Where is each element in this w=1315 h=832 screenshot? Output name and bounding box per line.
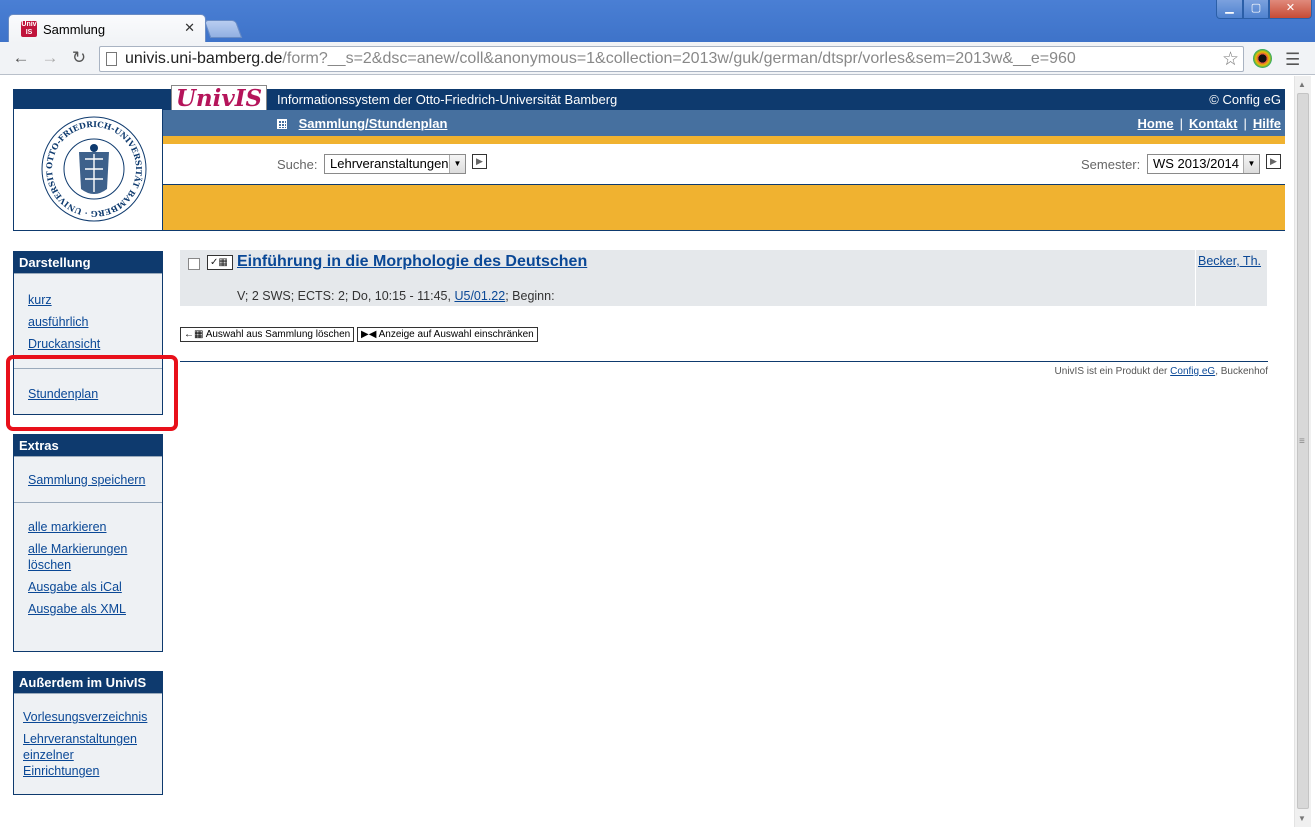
- ausfuehrlich-link[interactable]: ausführlich: [28, 314, 148, 330]
- search-type-value: Lehrveranstaltungen: [330, 156, 449, 171]
- config-eg-link[interactable]: Config eG: [1170, 366, 1215, 377]
- chevron-down-icon: ▼: [1243, 155, 1259, 173]
- restrict-selection-button[interactable]: ▶◀ Anzeige auf Auswahl einschränken: [357, 327, 538, 342]
- search-type-select[interactable]: Lehrveranstaltungen ▼: [324, 154, 466, 174]
- univis-logo[interactable]: UnivIS: [171, 85, 267, 113]
- footer-divider: [180, 361, 1268, 362]
- arrow-restrict-icon: ▶◀: [361, 329, 379, 340]
- minimize-button[interactable]: ▁: [1216, 0, 1243, 19]
- search-go-button[interactable]: ▶: [472, 154, 487, 169]
- schedule-checkmark-icon[interactable]: ✓▦: [207, 255, 233, 270]
- delete-selection-button[interactable]: ←▦ Auswahl aus Sammlung löschen: [180, 327, 355, 342]
- gold-divider: [163, 136, 1285, 144]
- top-navigation: Home | Kontakt | Hilfe: [1138, 116, 1281, 131]
- arrow-grid-icon: ←▦: [184, 329, 206, 340]
- univis-favicon-icon: Univ IS: [21, 21, 37, 37]
- tab-strip: Univ IS Sammlung ✕ ▁ ▢ ✕: [0, 0, 1315, 43]
- search-bar: Suche: Lehrveranstaltungen ▼ ▶ Semester:…: [163, 144, 1285, 185]
- copyright-text: © Config eG: [1209, 92, 1281, 107]
- semester-go-button[interactable]: ▶: [1266, 154, 1281, 169]
- hilfe-link[interactable]: Hilfe: [1253, 116, 1281, 131]
- home-link[interactable]: Home: [1138, 116, 1174, 131]
- search-label: Suche:: [277, 157, 318, 172]
- footer-text: UnivIS ist ein Produkt der Config eG, Bu…: [1054, 366, 1268, 377]
- ausserdem-box: Außerdem im UnivIS Vorlesungsverzeichnis…: [13, 671, 163, 795]
- section-bar: Sammlung/Stundenplan Home | Kontakt | Hilfe: [163, 110, 1285, 136]
- course-select-checkbox[interactable]: [188, 258, 200, 270]
- lehrveranstaltungen-einrichtungen-link[interactable]: Lehrveranstaltungen einzelner Einrichtun…: [23, 731, 153, 779]
- back-arrow-icon[interactable]: ←: [11, 48, 31, 68]
- course-title-link[interactable]: Einführung in die Morphologie des Deutsc…: [237, 253, 587, 271]
- scroll-up-icon[interactable]: ▲: [1298, 80, 1306, 89]
- forward-arrow-icon[interactable]: →: [40, 48, 60, 68]
- extension-icon[interactable]: [1253, 49, 1272, 68]
- site-title: Informationssystem der Otto-Friedrich-Un…: [277, 92, 618, 107]
- kurz-link[interactable]: kurz: [28, 292, 148, 308]
- semester-value: WS 2013/2014: [1153, 156, 1240, 171]
- vorlesungsverzeichnis-link[interactable]: Vorlesungsverzeichnis: [23, 709, 153, 725]
- tab-close-icon[interactable]: ✕: [184, 20, 195, 36]
- kontakt-link[interactable]: Kontakt: [1189, 116, 1237, 131]
- maximize-button[interactable]: ▢: [1243, 0, 1269, 19]
- page-content: OTTO-FRIEDRICH-UNIVERSITÄT BAMBERG · UNI…: [0, 76, 1294, 827]
- extras-box: Extras Sammlung speichern alle markieren…: [13, 434, 163, 652]
- ausgabe-xml-link[interactable]: Ausgabe als XML: [28, 601, 148, 617]
- highlight-box: [6, 355, 178, 431]
- browser-window: Univ IS Sammlung ✕ ▁ ▢ ✕ ← → ↻ univis.uni…: [0, 0, 1315, 832]
- room-link[interactable]: U5/01.22: [454, 289, 505, 303]
- ausserdem-heading: Außerdem im UnivIS: [14, 672, 162, 693]
- gold-band: [163, 185, 1285, 231]
- course-meta: V; 2 SWS; ECTS: 2; Do, 10:15 - 11:45, U5…: [237, 289, 555, 303]
- scrollbar-thumb[interactable]: ≡: [1297, 93, 1309, 809]
- browser-toolbar: ← → ↻ univis.uni-bamberg.de/form?__s=2&d…: [0, 42, 1315, 75]
- druckansicht-link[interactable]: Druckansicht: [28, 336, 148, 352]
- address-bar[interactable]: univis.uni-bamberg.de/form?__s=2&dsc=ane…: [99, 46, 1244, 72]
- vertical-scrollbar[interactable]: ▲ ≡ ▼: [1294, 76, 1311, 827]
- new-tab-button[interactable]: [203, 20, 243, 38]
- window-close-button[interactable]: ✕: [1269, 0, 1312, 19]
- lecturer-link[interactable]: Becker, Th.: [1198, 254, 1261, 268]
- reload-icon[interactable]: ↻: [69, 48, 89, 68]
- semester-select[interactable]: WS 2013/2014 ▼: [1147, 154, 1260, 174]
- grid-icon: [277, 119, 287, 129]
- alle-markieren-link[interactable]: alle markieren: [28, 519, 148, 535]
- page-icon: [106, 52, 117, 66]
- sammlung-stundenplan-link[interactable]: Sammlung/Stundenplan: [299, 116, 448, 131]
- extras-heading: Extras: [14, 435, 162, 456]
- nav-separator: |: [1179, 116, 1184, 131]
- chrome-menu-icon[interactable]: ☰: [1285, 50, 1300, 70]
- university-seal-box: OTTO-FRIEDRICH-UNIVERSITÄT BAMBERG · UNI…: [13, 89, 163, 231]
- chevron-down-icon: ▼: [449, 155, 465, 173]
- university-seal-icon: OTTO-FRIEDRICH-UNIVERSITÄT BAMBERG · UNI…: [39, 114, 147, 222]
- tab-sammlung[interactable]: Univ IS Sammlung ✕: [8, 14, 206, 43]
- tab-title: Sammlung: [43, 22, 106, 37]
- nav-separator: |: [1243, 116, 1247, 131]
- darstellung-heading: Darstellung: [14, 252, 162, 273]
- bookmark-star-icon[interactable]: ☆: [1222, 48, 1239, 71]
- url-text[interactable]: univis.uni-bamberg.de/form?__s=2&dsc=ane…: [125, 50, 1076, 68]
- semester-label: Semester:: [1081, 157, 1141, 172]
- sammlung-speichern-link[interactable]: Sammlung speichern: [28, 472, 148, 488]
- lecturer-cell: Becker, Th.: [1195, 250, 1267, 306]
- ausgabe-ical-link[interactable]: Ausgabe als iCal: [28, 579, 148, 595]
- alle-markierungen-loeschen-link[interactable]: alle Markierungen löschen: [28, 541, 148, 573]
- scroll-down-icon[interactable]: ▼: [1298, 814, 1306, 823]
- course-row: ✓▦ Einführung in die Morphologie des Deu…: [180, 250, 1267, 306]
- header-bar: UnivIS Informationssystem der Otto-Fried…: [163, 85, 1285, 113]
